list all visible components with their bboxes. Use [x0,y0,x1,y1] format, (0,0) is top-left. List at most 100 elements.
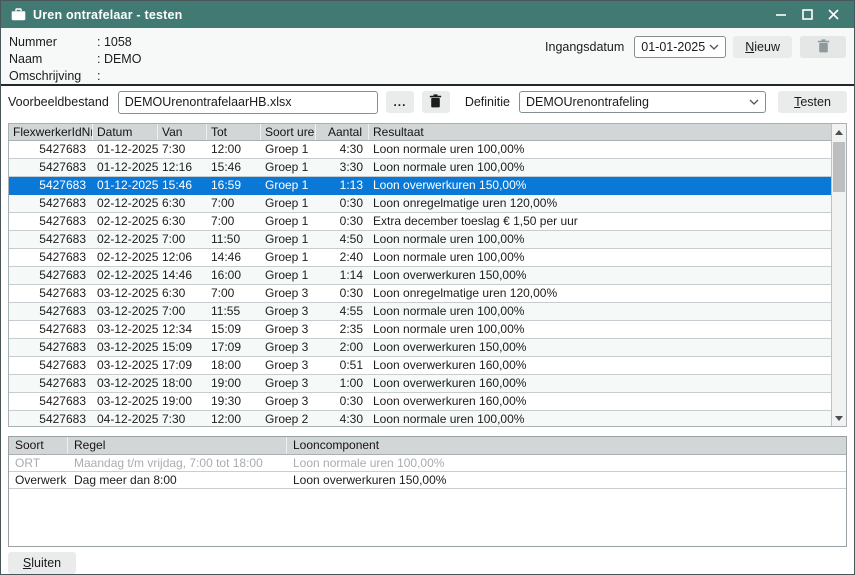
results-column-header-soort-uren[interactable]: Soort uren [261,124,316,140]
table-row[interactable]: 542768303-12-20256:307:00Groep 30:30Loon… [9,285,831,303]
cell: Loon onregelmatige uren 120,00% [369,195,831,212]
cell: 12:00 [207,141,261,158]
cell: Groep 3 [261,303,316,320]
voorbeeldbestand-input[interactable] [118,91,378,114]
rules-column-header-looncomponent[interactable]: Looncomponent [287,437,846,454]
table-row[interactable]: 542768303-12-202517:0918:00Groep 30:51Lo… [9,357,831,375]
cell: 02-12-2025 [93,195,158,212]
delete-date-button[interactable] [800,36,846,58]
cell: Groep 2 [261,411,316,426]
cell: Loon normale uren 100,00% [369,159,831,176]
close-button[interactable] [822,5,844,25]
window-title: Uren ontrafelaar - testen [33,8,182,22]
browse-button[interactable]: ... [386,91,414,113]
cell: 15:09 [158,339,207,356]
results-column-header-datum[interactable]: Datum [93,124,158,140]
cell: 5427683 [9,159,93,176]
test-toolbar: Voorbeeldbestand ... Definitie DEMOUreno… [1,86,854,118]
nieuw-button[interactable]: Nieuw [733,36,792,58]
ingangsdatum-select[interactable]: 01-01-2025 [634,36,726,58]
cell: Groep 1 [261,213,316,230]
cell: 3:30 [316,159,369,176]
cell: 17:09 [158,357,207,374]
results-column-header-tot[interactable]: Tot [207,124,261,140]
naam-label: Naam [9,51,97,68]
rules-column-header-soort[interactable]: Soort [9,437,68,454]
rules-table-body: ORTMaandag t/m vrijdag, 7:00 tot 18:00Lo… [9,455,846,489]
scroll-down-icon[interactable] [832,410,846,426]
cell: 11:50 [207,231,261,248]
cell: 5427683 [9,177,93,194]
cell: 7:00 [207,195,261,212]
cell: 15:46 [158,177,207,194]
cell: 7:00 [207,285,261,302]
rules-column-header-regel[interactable]: Regel [68,437,287,454]
table-row[interactable]: 542768302-12-20256:307:00Groep 10:30Extr… [9,213,831,231]
table-row[interactable]: 542768302-12-202514:4616:00Groep 11:14Lo… [9,267,831,285]
cell: Loon overwerkuren 150,00% [369,339,831,356]
cell: 2:00 [316,339,369,356]
vertical-scrollbar[interactable] [831,124,846,426]
cell: Groep 1 [261,141,316,158]
table-row[interactable]: 542768303-12-202518:0019:00Groep 31:00Lo… [9,375,831,393]
testen-button[interactable]: Testen [778,91,847,113]
cell: Maandag t/m vrijdag, 7:00 tot 18:00 [68,455,287,471]
cell: 15:46 [207,159,261,176]
rules-table-empty-area [9,489,846,546]
table-row[interactable]: 542768303-12-20257:0011:55Groep 34:55Loo… [9,303,831,321]
cell: Loon normale uren 100,00% [287,455,846,471]
results-column-header-van[interactable]: Van [158,124,207,140]
table-row[interactable]: 542768303-12-202519:0019:30Groep 30:30Lo… [9,393,831,411]
results-table: FlexwerkerIdNrDatumVanTotSoort urenAanta… [8,123,847,427]
cell: 19:30 [207,393,261,410]
rule-row[interactable]: OverwerkDag meer dan 8:00Loon overwerkur… [9,472,846,489]
cell: 0:30 [316,285,369,302]
definitie-value: DEMOUrenontrafeling [526,95,649,109]
table-row[interactable]: 542768302-12-20256:307:00Groep 10:30Loon… [9,195,831,213]
results-table-body: 542768301-12-20257:3012:00Groep 14:30Loo… [9,141,831,426]
cell: 2:40 [316,249,369,266]
minimize-button[interactable] [770,5,792,25]
cell: 02-12-2025 [93,249,158,266]
rule-row[interactable]: ORTMaandag t/m vrijdag, 7:00 tot 18:00Lo… [9,455,846,472]
cell: Loon overwerkuren 150,00% [369,177,831,194]
table-row-selected[interactable]: 542768301-12-202515:4616:59Groep 11:13Lo… [9,177,831,195]
omschrijving-value: : [97,68,100,85]
cell: 7:00 [207,213,261,230]
cell: Loon normale uren 100,00% [369,321,831,338]
cell: 03-12-2025 [93,303,158,320]
cell: 7:00 [158,303,207,320]
cell: Groep 3 [261,375,316,392]
definitie-select[interactable]: DEMOUrenontrafeling [519,91,766,113]
cell: Overwerk [9,472,68,488]
delete-file-button[interactable] [422,91,450,113]
cell: Groep 1 [261,267,316,284]
table-row[interactable]: 542768303-12-202512:3415:09Groep 32:35Lo… [9,321,831,339]
footer: Sluiten [1,547,854,574]
trash-icon [817,39,830,56]
table-row[interactable]: 542768304-12-20257:3012:00Groep 24:30Loo… [9,411,831,426]
scrollbar-thumb[interactable] [833,142,845,192]
results-column-header-aantal[interactable]: Aantal [316,124,369,140]
scroll-up-icon[interactable] [832,124,846,140]
table-row[interactable]: 542768301-12-20257:3012:00Groep 14:30Loo… [9,141,831,159]
cell: 6:30 [158,285,207,302]
table-row[interactable]: 542768302-12-202512:0614:46Groep 12:40Lo… [9,249,831,267]
cell: Groep 3 [261,285,316,302]
cell: 11:55 [207,303,261,320]
maximize-button[interactable] [796,5,818,25]
cell: Dag meer dan 8:00 [68,472,287,488]
sluiten-button[interactable]: Sluiten [8,552,76,574]
results-column-header-flexwerkeridnr[interactable]: FlexwerkerIdNr [9,124,93,140]
table-row[interactable]: 542768303-12-202515:0917:09Groep 32:00Lo… [9,339,831,357]
results-column-header-resultaat[interactable]: Resultaat [369,124,831,140]
dialog-window: Uren ontrafelaar - testen Nummer : 1058 … [0,0,855,575]
cell: 7:30 [158,141,207,158]
trash-icon [429,94,442,111]
cell: ORT [9,455,68,471]
cell: 15:09 [207,321,261,338]
table-row[interactable]: 542768301-12-202512:1615:46Groep 13:30Lo… [9,159,831,177]
omschrijving-label: Omschrijving [9,68,97,85]
cell: 16:59 [207,177,261,194]
table-row[interactable]: 542768302-12-20257:0011:50Groep 14:50Loo… [9,231,831,249]
